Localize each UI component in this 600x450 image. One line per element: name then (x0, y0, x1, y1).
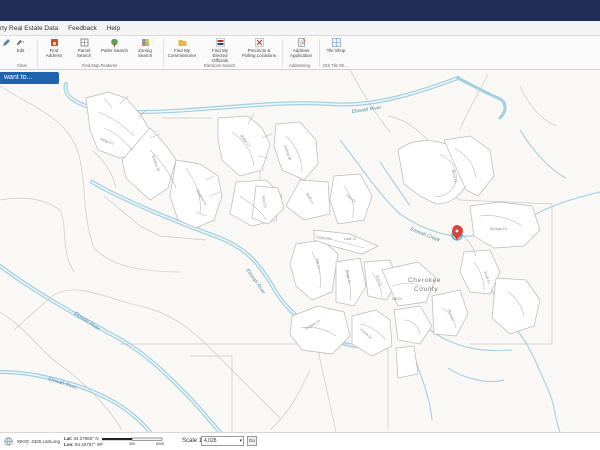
ribbon-separator (282, 39, 283, 67)
capitol-icon (215, 38, 225, 47)
edit-icon (16, 38, 25, 47)
globe-icon (4, 437, 13, 446)
pencil-icon (2, 38, 11, 47)
zoning-search-label: Zoning Search (137, 48, 153, 58)
map-view[interactable]: Etowah River Etowah River Etowah River E… (0, 70, 600, 432)
ribbon-separator (37, 39, 38, 67)
parcel-icon (80, 38, 89, 47)
scale-tick-0: 0 (101, 442, 103, 446)
scale-select[interactable]: 4,028 ▾ (201, 436, 244, 446)
house-icon (50, 38, 59, 47)
parcel-search-label: Parcel Search (76, 48, 92, 58)
scale-bar: 0 300 600ft (101, 437, 164, 446)
tile-shop-label: Tile Shop (326, 48, 346, 53)
map-label-street: Hill Dr (392, 297, 403, 301)
group-label-clear: Clear (17, 63, 28, 68)
lat-lon-readout: Lat: 34.27960° N Lon: 84.42757° W (64, 436, 101, 447)
app-header-band (0, 0, 600, 21)
group-label-addressing: Addressing (289, 63, 310, 68)
tree-icon (110, 38, 119, 47)
i-want-to-menu-button[interactable]: want to... (0, 72, 59, 84)
group-label-elections-search: Elections Search (204, 63, 236, 68)
find-my-commissioner-button[interactable]: Find My Commissioner (168, 38, 196, 58)
parcel-search-button[interactable]: Parcel Search (70, 38, 98, 58)
coordinate-system-label: WKID: 4326 Lat/Long (17, 439, 61, 444)
find-address-label: Find Address (45, 48, 63, 58)
zoning-search-button[interactable]: Zoning Search (131, 38, 159, 58)
find-my-commissioner-label: Find My Commissioner (167, 48, 197, 58)
scale-tick-1: 300 (129, 442, 135, 446)
edit-label: Edit (16, 48, 25, 53)
lat-value: 34.27960° N (73, 436, 99, 441)
scale-value: 4,028 (204, 438, 217, 444)
menu-item-help[interactable]: Help (102, 25, 125, 32)
address-application-label: Address Application (289, 48, 312, 58)
menu-item-real-estate-data[interactable]: rty Real Estate Data (0, 25, 63, 32)
find-my-elected-officials-label: Find My Elected Officials (211, 48, 228, 63)
parks-search-button[interactable]: Parks Search (101, 38, 128, 53)
tile-grid-icon (331, 38, 341, 47)
ribbon-left-tool-button[interactable] (2, 38, 11, 48)
ribbon-toolbar: Edit Clear Find Address Parcel Search Pa… (0, 36, 600, 70)
ballot-icon (254, 38, 264, 47)
ribbon-separator (163, 39, 164, 67)
menu-item-feedback[interactable]: Feedback (63, 25, 102, 32)
find-my-elected-officials-button[interactable]: Find My Elected Officials (204, 38, 236, 63)
lon-value: 84.42757° W (75, 441, 102, 447)
map-label-street: Lake Ct (344, 237, 356, 241)
status-bar: WKID: 4326 Lat/Long Lat: 34.27960° N Lon… (0, 432, 600, 450)
menu-bar: rty Real Estate Data Feedback Help (0, 21, 600, 36)
tile-shop-button[interactable]: Tile Shop (323, 38, 349, 53)
lat-label: Lat: (64, 436, 73, 441)
scale-tick-2: 600ft (156, 442, 164, 446)
zoning-icon (141, 38, 150, 47)
go-button[interactable]: Go (247, 436, 257, 446)
ribbon-separator (319, 39, 320, 67)
app-window: rty Real Estate Data Feedback Help Edit … (0, 0, 600, 450)
lon-label: Lon: (64, 441, 74, 447)
map-label-county: Cherokee (408, 277, 441, 284)
folder-icon (178, 38, 187, 47)
find-address-button[interactable]: Find Address (41, 38, 67, 58)
map-label-county-line2: County (414, 286, 438, 293)
precincts-polling-locations-button[interactable]: Precincts & Polling Locations (241, 38, 277, 58)
map-label-street: Springs Dr (490, 227, 508, 231)
form-icon (297, 38, 306, 47)
map-canvas[interactable]: Etowah River Etowah River Etowah River E… (0, 70, 600, 432)
parks-search-label: Parks Search (101, 48, 129, 53)
edit-button[interactable]: Edit (16, 38, 25, 53)
group-label-gis-tile-shop: GIS Tile Sh... (323, 63, 348, 68)
address-application-button[interactable]: Address Application (287, 38, 315, 58)
group-label-find-map-features: Find Map Features (82, 63, 118, 68)
precincts-polling-locations-label: Precincts & Polling Locations (241, 48, 277, 58)
chevron-down-icon: ▾ (239, 438, 242, 444)
